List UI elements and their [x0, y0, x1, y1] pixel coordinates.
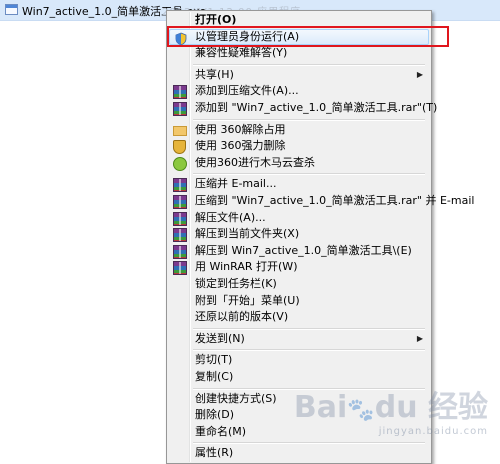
baidu-watermark: Bai🐾du 经验 jingyan.baidu.com	[293, 390, 488, 438]
menu-item-cut[interactable]: 剪切(T)	[169, 352, 429, 369]
360-unlock-icon	[173, 125, 187, 136]
winrar-icon	[173, 85, 187, 100]
menu-item-360-trojan-scan[interactable]: 使用360进行木马云查杀	[169, 155, 429, 172]
menu-item-properties[interactable]: 属性(R)	[169, 445, 429, 462]
winrar-icon	[173, 195, 187, 209]
winrar-icon	[173, 261, 187, 276]
menu-item-extract-files[interactable]: 解压文件(A)...	[169, 210, 429, 227]
menu-item-add-to-archive[interactable]: 添加到压缩文件(A)...	[169, 83, 429, 100]
winrar-icon	[173, 178, 187, 193]
winrar-icon	[173, 244, 187, 259]
menu-separator	[193, 349, 425, 352]
menu-item-copy[interactable]: 复制(C)	[169, 369, 429, 386]
menu-item-360-unlock[interactable]: 使用 360解除占用	[169, 122, 429, 139]
winrar-icon	[173, 228, 187, 243]
menu-item-open-with-winrar[interactable]: 用 WinRAR 打开(W)	[169, 259, 429, 276]
watermark-url: jingyan.baidu.com	[378, 426, 488, 437]
menu-item-pin-start[interactable]: 附到「开始」菜单(U)	[169, 293, 429, 310]
360-scan-icon	[173, 156, 187, 171]
360-delete-icon	[173, 140, 186, 155]
menu-item-compress-to-rar-email[interactable]: 压缩到 "Win7_active_1.0_简单激活工具.rar" 并 E-mai…	[169, 193, 474, 210]
menu-item-compress-email[interactable]: 压缩并 E-mail...	[169, 176, 429, 193]
menu-item-pin-taskbar[interactable]: 锁定到任务栏(K)	[169, 276, 429, 293]
winrar-icon	[173, 211, 187, 226]
menu-item-360-force-delete[interactable]: 使用 360强力删除	[169, 138, 429, 155]
submenu-arrow-icon: ▶	[416, 69, 423, 79]
menu-separator	[193, 442, 425, 445]
menu-item-restore-previous[interactable]: 还原以前的版本(V)	[169, 309, 429, 326]
annotation-highlight-box	[167, 25, 449, 48]
menu-item-share[interactable]: 共享(H) ▶	[169, 67, 429, 84]
menu-separator	[193, 173, 425, 176]
menu-item-send-to[interactable]: 发送到(N) ▶	[169, 331, 429, 348]
desktop: Win7_active_1.0_简单激活工具.exe 2022/1/1 12:0…	[0, 0, 500, 464]
menu-separator	[193, 63, 425, 66]
menu-item-extract-here[interactable]: 解压到当前文件夹(X)	[169, 226, 429, 243]
submenu-arrow-icon: ▶	[416, 333, 423, 343]
menu-item-compat-troubleshoot[interactable]: 兼容性疑难解答(Y)	[169, 45, 429, 62]
winrar-icon	[173, 102, 187, 116]
menu-separator	[193, 118, 425, 121]
menu-separator	[193, 327, 425, 330]
menu-item-add-to-rar[interactable]: 添加到 "Win7_active_1.0_简单激活工具.rar"(T)	[169, 100, 437, 117]
menu-item-extract-to-folder[interactable]: 解压到 Win7_active_1.0_简单激活工具\(E)	[169, 243, 429, 260]
exe-file-icon	[5, 4, 18, 15]
baidu-logo: Bai🐾du 经验	[293, 390, 488, 425]
